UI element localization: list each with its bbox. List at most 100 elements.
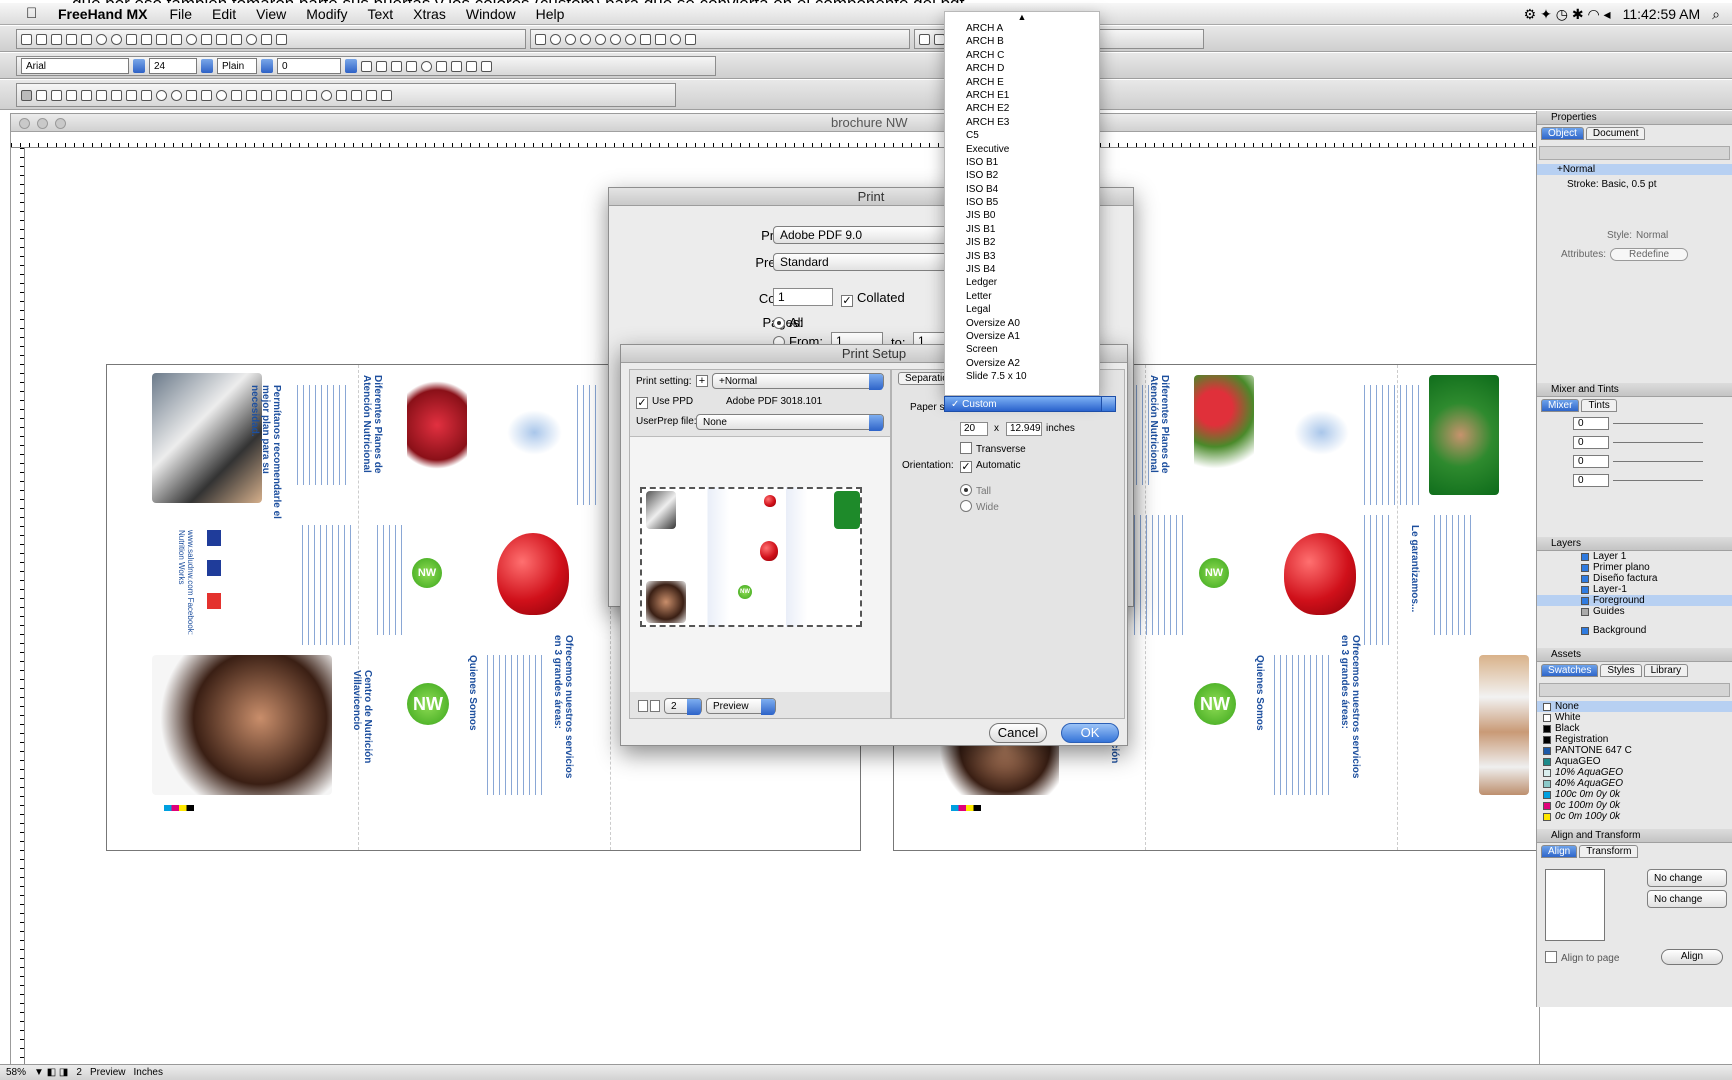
text-wrap-icon[interactable] — [421, 60, 432, 72]
swatch-row[interactable]: Black — [1537, 723, 1732, 734]
page-tool-icon[interactable] — [66, 89, 77, 101]
transverse-option[interactable]: Transverse — [960, 442, 1026, 455]
mixer-slider-row[interactable]: 0 — [1537, 414, 1732, 433]
assets-panel-title[interactable]: Assets — [1537, 648, 1732, 662]
paper-size-option[interactable]: ARCH E — [945, 76, 1099, 89]
mixer-slider[interactable] — [1613, 423, 1703, 424]
layer-row[interactable]: Primer plano — [1537, 562, 1732, 573]
text-tool-icon[interactable] — [111, 89, 122, 101]
ok-button[interactable]: OK — [1061, 723, 1119, 743]
tab-align[interactable]: Align — [1541, 845, 1578, 858]
presets-select[interactable]: Standard — [773, 253, 963, 271]
printer-select[interactable]: Adobe PDF 9.0 — [773, 226, 963, 244]
tab-mixer[interactable]: Mixer — [1541, 399, 1580, 412]
chart-icon[interactable] — [535, 33, 546, 45]
status-icons[interactable]: ⚙ ✦ ◷ ✱ ◠ ◂ — [1524, 6, 1611, 23]
print-preview-page[interactable]: NW — [640, 487, 862, 627]
paper-size-option[interactable]: ARCH A — [945, 22, 1099, 35]
page-nav-icon[interactable]: ▼ ◧ ◨ — [34, 1067, 68, 1078]
fill-color-icon[interactable] — [381, 89, 392, 101]
lasso-tool-icon[interactable] — [51, 89, 62, 101]
paper-size-option[interactable]: JIS B4 — [945, 263, 1099, 276]
scale-tool-icon[interactable] — [246, 89, 257, 101]
paper-size-option[interactable]: ARCH E3 — [945, 116, 1099, 129]
reflect-tool-icon[interactable] — [276, 89, 287, 101]
blend-icon[interactable] — [580, 33, 591, 45]
paper-size-select[interactable]: ✓ Custom — [944, 396, 1116, 412]
skew-tool-icon[interactable] — [291, 89, 302, 101]
subselect-tool-icon[interactable] — [36, 89, 47, 101]
paper-size-option[interactable]: ARCH D — [945, 62, 1099, 75]
paper-size-option[interactable]: ISO B1 — [945, 156, 1099, 169]
paper-size-option[interactable]: Screen — [945, 343, 1099, 356]
swatches-icon[interactable] — [231, 33, 242, 45]
swatch-row[interactable]: 0c 100m 0y 0k — [1537, 800, 1732, 811]
preview-pages-icon[interactable] — [650, 700, 660, 712]
mixer-slider[interactable] — [1613, 480, 1703, 481]
chart-tool-icon[interactable] — [919, 33, 930, 45]
units-select[interactable]: Inches — [134, 1067, 163, 1078]
paper-size-option[interactable]: Oversize A0 — [945, 317, 1099, 330]
align-icon[interactable] — [201, 33, 212, 45]
menu-xtras[interactable]: Xtras — [413, 6, 446, 22]
swatch-row[interactable]: 40% AquaGEO — [1537, 778, 1732, 789]
text-path-icon[interactable] — [451, 60, 462, 72]
paper-size-option[interactable]: JIS B1 — [945, 223, 1099, 236]
export-icon[interactable] — [81, 33, 92, 45]
layer-row[interactable]: Background — [1537, 625, 1732, 636]
knife-tool-icon[interactable] — [201, 89, 212, 101]
trace-icon[interactable] — [685, 33, 696, 45]
swatch-row[interactable]: 10% AquaGEO — [1537, 767, 1732, 778]
redefine-button[interactable]: Redefine — [1610, 248, 1689, 261]
zoom-tool-icon[interactable] — [321, 89, 332, 101]
align-panel-title[interactable]: Align and Transform — [1537, 829, 1732, 843]
paper-size-option[interactable]: Ledger — [945, 276, 1099, 289]
redo-icon[interactable] — [111, 33, 122, 45]
automatic-checkbox[interactable]: ✓ — [960, 461, 972, 473]
paper-size-option[interactable]: Letter — [945, 290, 1099, 303]
menu-modify[interactable]: Modify — [306, 6, 347, 22]
align-right-icon[interactable] — [391, 60, 402, 72]
collated-checkbox[interactable]: ✓ — [841, 295, 853, 307]
paper-size-option[interactable]: ARCH C — [945, 49, 1099, 62]
wide-option[interactable]: Wide — [960, 500, 999, 513]
font-stepper[interactable] — [133, 59, 145, 73]
mixer-icon[interactable] — [246, 33, 257, 45]
tab-transform[interactable]: Transform — [1579, 845, 1639, 858]
layer-row-selected[interactable]: Foreground — [1537, 595, 1732, 606]
preview-page-icon[interactable] — [638, 700, 648, 712]
menu-view[interactable]: View — [256, 6, 286, 22]
paper-size-option[interactable]: Oversize A1 — [945, 330, 1099, 343]
tab-tints[interactable]: Tints — [1581, 399, 1617, 412]
align-to-page-checkbox[interactable] — [1545, 951, 1557, 963]
polygon-tool-icon[interactable] — [171, 89, 182, 101]
paper-width-field[interactable]: 20 — [960, 422, 988, 436]
align-to-page-row[interactable]: Align to page — [1545, 951, 1619, 964]
properties-panel-title[interactable]: Properties — [1537, 111, 1732, 125]
align-center-icon[interactable] — [376, 60, 387, 72]
paper-size-option[interactable]: ARCH B — [945, 35, 1099, 48]
unlock-icon[interactable] — [171, 33, 182, 45]
paper-size-option[interactable]: Slide 7.5 x 10 — [945, 370, 1099, 383]
zoom-window-icon[interactable] — [55, 118, 66, 129]
size-stepper[interactable] — [201, 59, 213, 73]
columns-icon[interactable] — [436, 60, 447, 72]
mixer-slider[interactable] — [1613, 461, 1703, 462]
layer-row[interactable]: Layer-1 — [1537, 584, 1732, 595]
fisheye-icon[interactable] — [550, 33, 561, 45]
userprep-select[interactable]: None — [696, 414, 884, 431]
rotate-tool-icon[interactable] — [261, 89, 272, 101]
mixer-slider[interactable] — [1613, 442, 1703, 443]
import-icon[interactable] — [66, 33, 77, 45]
pages-all-radio[interactable] — [773, 317, 785, 329]
eyedropper-tool-icon[interactable] — [336, 89, 347, 101]
automatic-option[interactable]: ✓ Automatic — [960, 460, 1020, 473]
paper-height-field[interactable]: 12.949 — [1006, 422, 1042, 436]
paper-size-option[interactable]: C5 — [945, 129, 1099, 142]
swatch-row[interactable]: 100c 0m 0y 0k — [1537, 789, 1732, 800]
paste-icon[interactable] — [141, 33, 152, 45]
font-field[interactable]: Arial — [21, 58, 129, 74]
spell-check-icon[interactable] — [481, 60, 492, 72]
preview-mode-select[interactable]: Preview — [706, 698, 776, 715]
mixer-value[interactable]: 0 — [1573, 474, 1609, 487]
